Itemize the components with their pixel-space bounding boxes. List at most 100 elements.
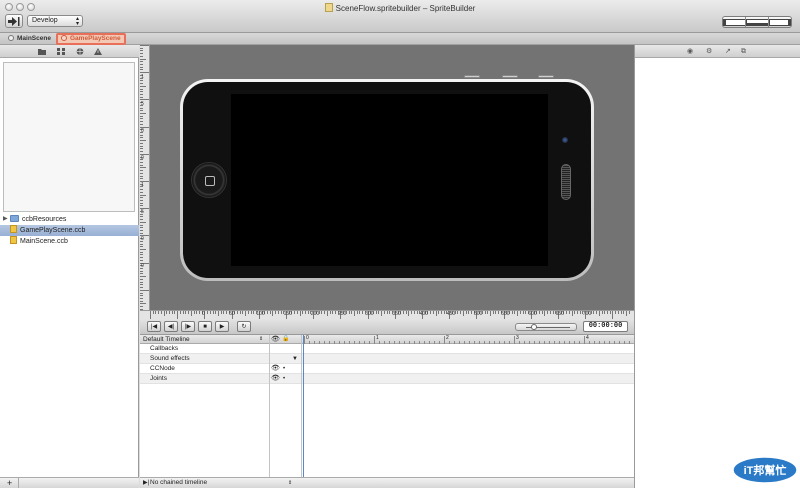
ruler-tick <box>329 311 331 314</box>
loop-button[interactable]: ↻ <box>237 321 251 332</box>
ruler-tick <box>484 311 486 314</box>
scheme-popup-label: Develop <box>32 17 58 24</box>
layers-tab-icon[interactable]: ⧉ <box>741 48 746 55</box>
ruler-tick <box>140 53 143 55</box>
ruler-tick <box>160 311 162 314</box>
globe-tab-icon[interactable] <box>76 48 84 55</box>
stop-button[interactable]: ■ <box>198 321 212 332</box>
timeline-ruler-label: 2 <box>446 335 449 341</box>
play-button[interactable]: ▶ <box>215 321 229 332</box>
timeline-row-sound-effects[interactable]: Sound effects ▼ <box>140 354 634 364</box>
right-panel-icon <box>769 18 791 26</box>
ruler-tick <box>615 311 617 314</box>
ruler-label: 5 <box>141 101 144 107</box>
column-divider <box>301 335 302 488</box>
properties-tab-icon[interactable]: ◉ <box>687 48 693 55</box>
window-title: SceneFlow.spritebuilder – SpriteBuilder <box>0 3 800 13</box>
timeline-row-joints[interactable]: Joints 👁 • <box>140 374 634 384</box>
run-button[interactable] <box>5 14 23 28</box>
ruler-tick <box>525 311 527 314</box>
ruler-tick <box>571 311 573 316</box>
row-label: Joints <box>150 375 167 382</box>
ruler-tick <box>155 311 157 314</box>
scheme-popup[interactable]: Develop ▴ ▾ <box>27 15 83 27</box>
ruler-tick <box>196 311 198 314</box>
visibility-eye-icon[interactable]: 👁 <box>271 364 280 374</box>
chained-timeline-select[interactable]: No chained timeline <box>150 478 207 488</box>
device-body <box>183 82 591 278</box>
timeline-playhead[interactable] <box>303 335 304 488</box>
ruler-tick <box>411 311 413 314</box>
toggle-right-panel-button[interactable] <box>769 17 791 27</box>
ruler-tick <box>408 311 410 316</box>
timeline-zoom-slider[interactable] <box>515 323 577 331</box>
eye-icon[interactable]: 👁 <box>271 335 280 344</box>
step-forward-button[interactable]: |▶ <box>181 321 195 332</box>
row-label: CCNode <box>150 365 175 372</box>
timeline-tick <box>444 336 445 344</box>
ruler-tick <box>198 311 200 314</box>
add-button[interactable]: + <box>7 478 19 488</box>
scene-canvas[interactable]: 15001500 0 50 100 150 200 250 300 350 400 450 500 5… <box>140 45 634 319</box>
ruler-tick <box>487 311 489 314</box>
ruler-tick <box>460 311 462 314</box>
list-item-file[interactable]: GamePlayScene.ccb <box>0 225 139 236</box>
ruler-tick <box>549 311 551 314</box>
settings-tab-icon[interactable]: ⚙ <box>706 48 712 55</box>
warning-tab-icon[interactable] <box>94 48 102 55</box>
ruler-tick <box>140 45 149 46</box>
ruler-tick <box>140 243 143 245</box>
ruler-tick <box>140 88 143 90</box>
ruler-tick <box>185 311 187 314</box>
ruler-tick <box>140 295 143 297</box>
visibility-eye-icon[interactable]: 👁 <box>271 374 280 384</box>
toggle-bottom-panel-button[interactable] <box>746 17 769 27</box>
tab-gameplayscene[interactable]: GamePlayScene <box>56 33 126 45</box>
slider-knob[interactable] <box>531 324 537 330</box>
ruler-tick <box>598 311 600 316</box>
ruler-tick <box>617 311 619 314</box>
tab-mainscene[interactable]: MainScene <box>8 34 51 44</box>
dropdown-arrow-icon[interactable]: ▼ <box>292 354 298 364</box>
grid-tab-icon[interactable] <box>57 48 65 55</box>
ruler-tick <box>547 311 549 314</box>
ruler-tick <box>492 311 494 314</box>
ruler-tick <box>140 172 143 174</box>
panel-view-toggle[interactable] <box>722 16 792 28</box>
ruler-tick <box>140 205 143 207</box>
ruler-tick <box>623 311 625 314</box>
lock-dot-icon[interactable]: • <box>283 374 285 384</box>
ruler-tick <box>432 311 434 314</box>
timeline-row-callbacks[interactable]: Callbacks <box>140 344 634 354</box>
close-tab-icon[interactable] <box>8 35 14 41</box>
timeline-select[interactable]: Default Timeline <box>143 335 190 344</box>
folder-tab-icon[interactable] <box>38 48 46 55</box>
physics-tab-icon[interactable]: ↗ <box>725 48 731 55</box>
ruler-tick <box>140 83 143 85</box>
list-item-file[interactable]: MainScene.ccb <box>0 236 139 247</box>
skip-to-start-button[interactable]: |◀ <box>147 321 161 332</box>
step-back-button[interactable]: ◀| <box>164 321 178 332</box>
resource-preview <box>3 62 135 212</box>
timeline-ruler-label: 4 <box>586 335 589 341</box>
timeline-header: Default Timeline ⇕ 👁 🔒 0 1 2 3 4 <box>140 335 634 344</box>
lock-dot-icon[interactable]: • <box>283 364 285 374</box>
folder-icon <box>10 215 19 222</box>
timecode-display[interactable]: 00:00:00 <box>583 321 628 332</box>
timeline-tick <box>584 336 585 344</box>
ruler-tick <box>386 311 388 314</box>
timeline-ruler[interactable]: 0 1 2 3 4 <box>304 335 634 344</box>
disclosure-triangle-icon[interactable]: ▶ <box>3 214 8 225</box>
timeline-row-ccnode[interactable]: CCNode 👁 • <box>140 364 634 374</box>
ruler-tick <box>140 200 143 202</box>
timeline-controls: |◀ ◀| |▶ ■ ▶ ↻ 00:00:00 <box>140 319 634 335</box>
ruler-tick <box>140 145 143 147</box>
ruler-tick <box>140 232 143 234</box>
close-tab-icon[interactable] <box>61 35 67 41</box>
ruler-tick <box>140 289 149 291</box>
stage-area[interactable] <box>150 45 634 310</box>
lock-icon[interactable]: 🔒 <box>282 335 289 344</box>
device-screen[interactable] <box>231 94 548 266</box>
list-item-folder[interactable]: ▶ ccbResources <box>0 214 139 225</box>
toggle-left-panel-button[interactable] <box>723 17 746 27</box>
